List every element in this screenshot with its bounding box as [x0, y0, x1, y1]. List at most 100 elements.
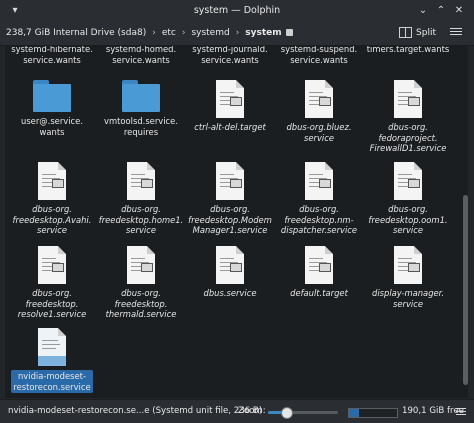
file-icon: [38, 246, 66, 284]
toolbar: 238,7 GiB Internal Drive (sda8) › etc › …: [0, 20, 474, 46]
file-icon: [305, 246, 333, 284]
file-icon: [127, 162, 155, 200]
file-item[interactable]: default.target: [275, 246, 363, 299]
file-label: dbus-org. fedoraproject. FirewallD1.serv…: [369, 122, 447, 153]
maximize-icon[interactable]: ⌃: [434, 3, 448, 17]
file-icon: [305, 80, 333, 118]
free-space-text: 190,1 GiB free: [402, 406, 464, 416]
file-label: dbus-org. freedesktop.nm- dispatcher.ser…: [280, 204, 358, 235]
split-button[interactable]: Split: [399, 25, 436, 40]
file-item[interactable]: dbus-org. freedesktop.home1. service: [97, 162, 185, 236]
file-item[interactable]: dbus-org. freedesktop.Avahi. service: [8, 162, 96, 236]
file-item[interactable]: dbus.service: [186, 246, 274, 299]
file-item[interactable]: dbus-org. freedesktop.oom1. service: [364, 162, 452, 236]
file-label: dbus-org. freedesktop.Modem Manager1.ser…: [188, 204, 272, 235]
minimize-icon[interactable]: ⌄: [416, 3, 430, 17]
link-badge-icon: [408, 179, 420, 188]
file-icon: [305, 162, 333, 200]
file-item[interactable]: dbus-org. freedesktop.Modem Manager1.ser…: [186, 162, 274, 236]
file-label: dbus-org. freedesktop.oom1. service: [368, 204, 448, 235]
zoom-slider[interactable]: [268, 407, 338, 419]
file-item[interactable]: systemd-homed. service.wants: [97, 46, 185, 65]
file-label: ctrl-alt-del.target: [194, 122, 266, 132]
file-item[interactable]: ctrl-alt-del.target: [186, 80, 274, 133]
file-label: systemd-hibernate. service.wants: [11, 46, 93, 65]
file-icon: [216, 80, 244, 118]
link-badge-icon: [319, 97, 331, 106]
breadcrumb-drive[interactable]: 238,7 GiB Internal Drive (sda8): [6, 28, 146, 38]
file-label: systemd-journald. service.wants: [192, 46, 268, 65]
status-text: nvidia-modeset-restorecon.se...e (System…: [8, 406, 263, 416]
breadcrumb-separator: ›: [235, 27, 240, 38]
link-badge-icon: [52, 263, 64, 272]
file-item[interactable]: dbus-org.bluez. service: [275, 80, 363, 143]
file-item[interactable]: user@.service. wants: [8, 80, 96, 137]
scrollbar-thumb[interactable]: [463, 195, 468, 385]
link-badge-icon: [230, 263, 242, 272]
file-label: systemd-suspend. service.wants: [280, 46, 358, 65]
link-badge-icon: [319, 263, 331, 272]
breadcrumb-dropdown-icon[interactable]: [285, 29, 293, 36]
free-space-bar: [348, 408, 398, 418]
folder-icon: [33, 80, 71, 112]
close-icon[interactable]: ✕: [452, 3, 466, 17]
link-badge-icon: [141, 179, 153, 188]
file-item[interactable]: systemd-suspend. service.wants: [275, 46, 363, 65]
file-item[interactable]: dbus-org. freedesktop. thermald.service: [97, 246, 185, 320]
status-menu-icon[interactable]: [456, 406, 466, 416]
file-view[interactable]: systemd-hibernate. service.wants systemd-…: [5, 46, 463, 398]
file-item[interactable]: dbus-org. fedoraproject. FirewallD1.serv…: [364, 80, 452, 154]
file-label: user@.service. wants: [21, 116, 83, 137]
file-item[interactable]: vmtoolsd.service. requires: [97, 80, 185, 137]
window-menu-icon[interactable]: ▾: [8, 3, 22, 17]
file-icon: [127, 246, 155, 284]
file-icon: [216, 162, 244, 200]
file-label: vmtoolsd.service. requires: [104, 116, 178, 137]
breadcrumb-etc[interactable]: etc: [162, 28, 176, 38]
status-bar: nvidia-modeset-restorecon.se...e (System…: [0, 399, 474, 423]
folder-icon: [122, 80, 160, 112]
file-label: dbus-org. freedesktop.home1. service: [98, 204, 184, 235]
title-bar: system — Dolphin ▾ ⌄ ⌃ ✕: [0, 0, 474, 21]
free-space-fill: [349, 409, 359, 417]
link-badge-icon: [230, 179, 242, 188]
file-label: dbus-org.bluez. service: [286, 122, 352, 143]
link-badge-icon: [408, 97, 420, 106]
breadcrumb: 238,7 GiB Internal Drive (sda8) › etc › …: [6, 20, 293, 45]
window-title: system — Dolphin: [193, 4, 281, 16]
file-icon: [216, 246, 244, 284]
link-badge-icon: [230, 97, 242, 106]
zoom-slider-handle[interactable]: [280, 407, 293, 419]
file-label: dbus-org. freedesktop. thermald.service: [105, 288, 177, 319]
file-icon: [394, 162, 422, 200]
link-badge-icon: [52, 179, 64, 188]
link-badge-icon: [141, 263, 153, 272]
breadcrumb-systemd[interactable]: systemd: [191, 28, 229, 38]
link-badge-icon: [319, 179, 331, 188]
link-badge-icon: [408, 263, 420, 272]
file-item[interactable]: dbus-org. freedesktop.nm- dispatcher.ser…: [275, 162, 363, 236]
unit-file-icon: [38, 328, 66, 366]
zoom-label: Zoom:: [238, 406, 266, 416]
split-label: Split: [416, 27, 436, 38]
file-label: dbus-org. freedesktop. resolve1.service: [17, 288, 87, 319]
breadcrumb-current[interactable]: system: [245, 28, 281, 38]
file-item[interactable]: display-manager. service: [364, 246, 452, 309]
breadcrumb-separator: ›: [181, 27, 186, 38]
file-item[interactable]: dbus-org. freedesktop. resolve1.service: [8, 246, 96, 320]
file-label: default.target: [290, 288, 348, 298]
file-item[interactable]: timers.target.wants: [364, 46, 452, 55]
file-item[interactable]: nvidia-modeset- restorecon.service: [8, 328, 96, 393]
file-item[interactable]: systemd-journald. service.wants: [186, 46, 274, 65]
file-icon: [38, 162, 66, 200]
file-icon: [394, 246, 422, 284]
file-label: display-manager. service: [372, 288, 444, 309]
file-label: nvidia-modeset- restorecon.service: [11, 370, 93, 393]
file-item[interactable]: systemd-hibernate. service.wants: [8, 46, 96, 65]
breadcrumb-separator: ›: [152, 27, 156, 38]
file-label: timers.target.wants: [366, 46, 450, 54]
file-icon: [394, 80, 422, 118]
file-label: systemd-homed. service.wants: [105, 46, 177, 65]
split-icon: [399, 27, 413, 38]
hamburger-menu-icon[interactable]: [450, 26, 462, 38]
